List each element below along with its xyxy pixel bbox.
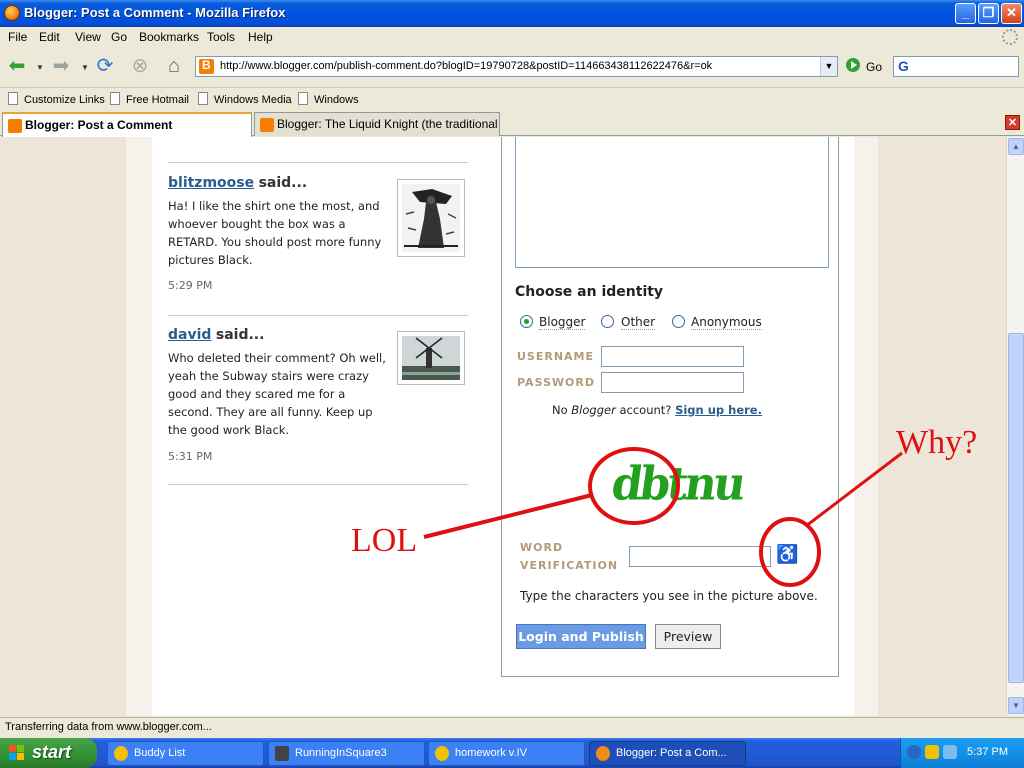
google-search-icon: G [898, 58, 909, 74]
forward-dropdown-icon[interactable]: ▼ [81, 63, 89, 72]
page-icon [298, 92, 308, 105]
page-content: blitzmoose said... Ha! I like the shirt … [0, 137, 1006, 716]
accessibility-circle [759, 517, 821, 587]
taskbar-item-buddy-list[interactable]: Buddy List [107, 741, 264, 766]
scroll-up-icon[interactable]: ▲ [1008, 138, 1024, 155]
system-tray: 5:37 PM [900, 738, 1024, 768]
address-dropdown-icon[interactable]: ▼ [820, 57, 837, 76]
tray-arrow-icon[interactable] [907, 745, 921, 759]
firefox-icon [4, 5, 20, 21]
taskbar-item-homework[interactable]: homework v.IV [428, 741, 585, 766]
taskbar-item-blogger[interactable]: Blogger: Post a Com... [589, 741, 746, 766]
window-titlebar: Blogger: Post a Comment - Mozilla Firefo… [0, 0, 1024, 27]
menu-bookmarks[interactable]: Bookmarks [139, 30, 199, 44]
menu-tools[interactable]: Tools [207, 30, 235, 44]
taskbar-clock: 5:37 PM [967, 746, 1008, 758]
reload-button[interactable]: ⟳ [92, 53, 118, 79]
annotation-lol: LOL [351, 522, 418, 559]
page-icon [8, 92, 18, 105]
status-text: Transferring data from www.blogger.com..… [5, 721, 212, 733]
window-title: Blogger: Post a Comment - Mozilla Firefo… [24, 5, 286, 20]
captcha-circle [588, 447, 680, 525]
bookmarks-toolbar: Customize Links Free Hotmail Windows Med… [0, 87, 1024, 109]
menu-help[interactable]: Help [248, 30, 273, 44]
aim-icon [435, 746, 449, 761]
tray-aim-icon[interactable] [925, 745, 939, 759]
tray-network-icon[interactable] [943, 745, 957, 759]
stop-button[interactable]: ⊗ [127, 53, 153, 79]
aim-icon [114, 746, 128, 761]
throbber-icon [1002, 29, 1018, 45]
tab-bar: Blogger: Post a Comment Blogger: The Liq… [0, 110, 1024, 137]
taskbar-item-runninginsquare3[interactable]: RunningInSquare3 [268, 741, 425, 766]
menu-edit[interactable]: Edit [39, 30, 60, 44]
close-window-button[interactable]: ✕ [1001, 3, 1022, 24]
tab-liquid-knight[interactable]: Blogger: The Liquid Knight (the traditio… [254, 112, 500, 136]
menu-view[interactable]: View [75, 30, 101, 44]
page-icon [110, 92, 120, 105]
bookmark-windows[interactable]: Windows [298, 92, 359, 106]
menu-file[interactable]: File [8, 30, 27, 44]
why-arrow-line [805, 451, 903, 528]
home-button[interactable]: ⌂ [161, 53, 187, 79]
film-icon [275, 746, 289, 761]
annotation-overlay [423, 447, 903, 587]
forward-button[interactable]: ➡ [48, 53, 74, 79]
firefox-icon [596, 746, 610, 761]
scroll-thumb[interactable] [1008, 333, 1024, 683]
blogger-favicon-icon [260, 118, 274, 132]
page-icon [198, 92, 208, 105]
status-bar: Transferring data from www.blogger.com..… [0, 717, 1024, 738]
start-button[interactable]: start [0, 738, 97, 768]
maximize-button[interactable]: ❐ [978, 3, 999, 24]
windows-logo-icon [9, 745, 26, 762]
bookmark-free-hotmail[interactable]: Free Hotmail [110, 92, 189, 106]
scroll-down-icon[interactable]: ▼ [1008, 697, 1024, 714]
back-button[interactable]: ⬅ [4, 53, 30, 79]
menu-bar: File Edit View Go Bookmarks Tools Help [0, 27, 1024, 47]
go-button[interactable]: Go [866, 60, 882, 74]
blogger-favicon-icon [199, 58, 214, 74]
bookmark-customize-links[interactable]: Customize Links [8, 92, 105, 106]
search-input[interactable]: G [893, 56, 1019, 77]
taskbar: start Buddy List RunningInSquare3 homewo… [0, 738, 1024, 768]
tab-post-a-comment[interactable]: Blogger: Post a Comment [2, 112, 252, 137]
blogger-favicon-icon [8, 119, 22, 133]
annotation-why: Why? [896, 424, 978, 461]
address-url[interactable]: http://www.blogger.com/publish-comment.d… [220, 60, 712, 72]
menu-go[interactable]: Go [111, 30, 127, 44]
back-dropdown-icon[interactable]: ▼ [36, 63, 44, 72]
minimize-button[interactable]: _ [955, 3, 976, 24]
vertical-scrollbar[interactable]: ▲ ▼ [1006, 137, 1024, 716]
lol-arrow-line [423, 493, 593, 539]
close-tab-icon[interactable]: ✕ [1005, 115, 1020, 130]
address-bar[interactable]: http://www.blogger.com/publish-comment.d… [195, 56, 838, 77]
go-icon[interactable] [846, 58, 860, 72]
bookmark-windows-media[interactable]: Windows Media [198, 92, 292, 106]
